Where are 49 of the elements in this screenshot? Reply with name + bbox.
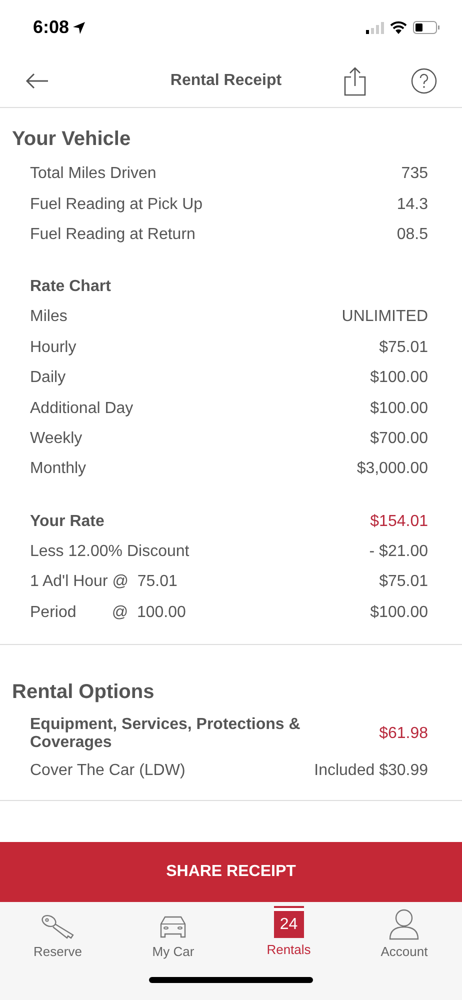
row-value: Included $30.99 [314, 762, 428, 780]
wifi-icon [390, 21, 407, 34]
row-label: Additional Day [30, 400, 134, 418]
row-value: 08.5 [396, 226, 428, 244]
row-label: 1 Ad'l Hour @ 75.01 [30, 573, 178, 592]
row-value: 14.3 [396, 196, 428, 214]
share-receipt-button[interactable]: SHARE RECEIPT [0, 842, 462, 902]
row-value: $75.01 [379, 338, 428, 357]
screen-title: Rental Receipt [169, 72, 283, 90]
row-label: Miles [30, 308, 68, 326]
row-label: Period @ 100.00 [30, 604, 186, 622]
row-label: Equipment, Services, Protections & Coverages [30, 716, 302, 752]
tab-bar-item[interactable]: My Car [116, 908, 231, 959]
location-arrow-icon [72, 20, 86, 34]
row-label: Your Rate [30, 512, 104, 531]
row-value: $3,000.00 [356, 460, 428, 478]
signal-icon [366, 22, 384, 34]
status-time: 6:08 [33, 17, 70, 38]
row-value: $100.00 [370, 369, 428, 388]
row-value: UNLIMITED [342, 308, 428, 326]
share-button[interactable] [343, 66, 367, 96]
row-label: Total Miles Driven [30, 165, 156, 184]
row-value: $100.00 [370, 400, 428, 418]
row-label: Fuel Reading at Pick Up [30, 196, 203, 214]
row-value: $100.00 [370, 604, 428, 622]
calendar-icon: 24 [274, 908, 304, 938]
group-heading: Rate Chart [30, 277, 112, 298]
help-button[interactable] [411, 68, 437, 94]
row-label: Hourly [30, 338, 76, 357]
row-value: $154.01 [370, 512, 428, 531]
row-label: Daily [30, 369, 66, 388]
row-value: $700.00 [370, 430, 428, 448]
row-label: Less 12.00% Discount [30, 543, 190, 562]
tab-bar-item[interactable]: Account [346, 908, 462, 959]
section-title: Rental Options [11, 681, 156, 704]
row-value: $75.01 [379, 573, 428, 592]
row-label: Cover The Car (LDW) [30, 762, 186, 780]
row-value: $61.98 [379, 725, 428, 744]
row-label: Fuel Reading at Return [30, 226, 196, 244]
tab-bar-item[interactable]: 24 Rentals [231, 908, 346, 959]
person-icon [387, 908, 422, 940]
tab-bar-item[interactable]: Reserve [0, 908, 116, 959]
section-title: Your Vehicle [11, 128, 132, 151]
battery-icon [413, 21, 440, 34]
back-button[interactable] [25, 73, 49, 89]
row-label: Weekly [30, 430, 82, 448]
row-value: 735 [401, 165, 428, 184]
row-value: - $21.00 [369, 543, 428, 562]
row-label: Monthly [30, 460, 86, 478]
